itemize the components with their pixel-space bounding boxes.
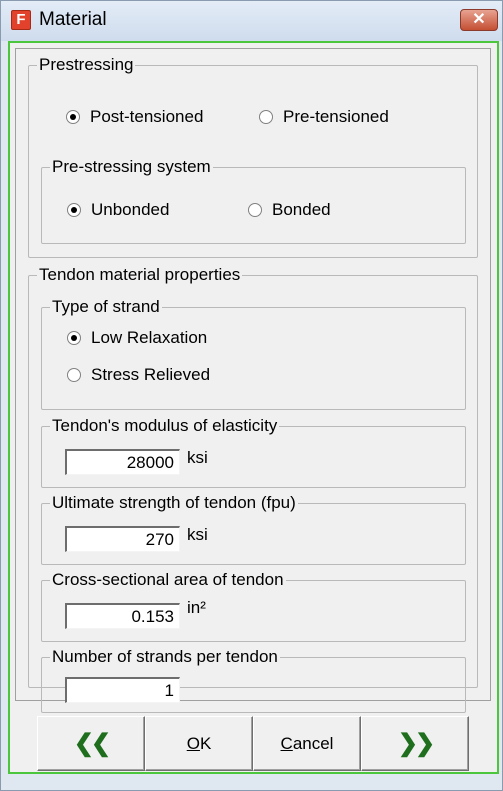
close-button[interactable]: ✕ bbox=[460, 9, 498, 31]
radio-button-selected[interactable] bbox=[67, 203, 81, 217]
radio-button-selected[interactable] bbox=[67, 331, 81, 345]
prestressing-legend: Prestressing bbox=[37, 54, 136, 76]
modulus-unit: ksi bbox=[187, 448, 208, 467]
strands-group: Number of strands per tendon 1 bbox=[41, 646, 466, 713]
strands-input[interactable]: 1 bbox=[65, 677, 180, 703]
app-icon: F bbox=[11, 10, 31, 30]
area-group: Cross-sectional area of tendon 0.153 in² bbox=[41, 569, 466, 642]
ok-label: K bbox=[199, 734, 212, 753]
close-icon: ✕ bbox=[472, 11, 486, 28]
double-chevron-right-icon: ❯❯ bbox=[397, 730, 435, 757]
modulus-input[interactable]: 28000 bbox=[65, 449, 180, 475]
window-title: Material bbox=[39, 9, 107, 30]
ultimate-strength-legend: Ultimate strength of tendon (fpu) bbox=[50, 492, 298, 514]
next-button[interactable]: ❯❯ bbox=[361, 716, 469, 771]
prestressing-group: Prestressing Post-tensioned Pre-tensione… bbox=[28, 54, 478, 258]
radio-label: Pre-tensioned bbox=[283, 107, 389, 126]
radio-label: Post-tensioned bbox=[90, 107, 204, 126]
radio-label: Bonded bbox=[272, 200, 331, 219]
cancel-label: ancel bbox=[292, 734, 334, 753]
radio-label: Low Relaxation bbox=[91, 328, 208, 347]
ok-mnemonic: O bbox=[186, 734, 200, 753]
radio-button[interactable] bbox=[259, 110, 273, 124]
strands-legend: Number of strands per tendon bbox=[50, 646, 280, 668]
double-chevron-left-icon: ❮❮ bbox=[73, 730, 111, 757]
strand-type-group: Type of strand Low Relaxation Stress Rel… bbox=[41, 296, 466, 410]
ultimate-strength-group: Ultimate strength of tendon (fpu) 270 ks… bbox=[41, 492, 466, 565]
ok-button[interactable]: OK bbox=[145, 716, 253, 771]
dialog-body: Prestressing Post-tensioned Pre-tensione… bbox=[8, 41, 499, 774]
radio-label: Unbonded bbox=[91, 200, 170, 219]
previous-button[interactable]: ❮❮ bbox=[37, 716, 145, 771]
ultimate-strength-input[interactable]: 270 bbox=[65, 526, 180, 552]
button-row: ❮❮ OK Cancel ❯❯ bbox=[15, 716, 491, 771]
tendon-properties-legend: Tendon material properties bbox=[37, 264, 243, 286]
strand-type-legend: Type of strand bbox=[50, 296, 162, 318]
area-legend: Cross-sectional area of tendon bbox=[50, 569, 286, 591]
modulus-group: Tendon's modulus of elasticity 28000 ksi bbox=[41, 415, 466, 488]
cancel-mnemonic: C bbox=[280, 734, 293, 753]
radio-button-selected[interactable] bbox=[66, 110, 80, 124]
radio-button[interactable] bbox=[67, 368, 81, 382]
modulus-legend: Tendon's modulus of elasticity bbox=[50, 415, 280, 437]
radio-label: Stress Relieved bbox=[91, 365, 211, 384]
prestressing-system-legend: Pre-stressing system bbox=[50, 156, 213, 178]
content-panel: Prestressing Post-tensioned Pre-tensione… bbox=[15, 48, 491, 713]
cancel-button[interactable]: Cancel bbox=[253, 716, 361, 771]
tendon-properties-group: Tendon material properties Type of stran… bbox=[28, 264, 478, 713]
app-icon-letter: F bbox=[16, 11, 26, 28]
prestressing-system-group: Pre-stressing system Unbonded Bonded bbox=[41, 156, 466, 244]
title-bar[interactable]: F Material ✕ bbox=[1, 1, 502, 41]
area-unit: in² bbox=[187, 598, 206, 617]
area-input[interactable]: 0.153 bbox=[65, 603, 180, 629]
radio-button[interactable] bbox=[248, 203, 262, 217]
material-dialog: F Material ✕ Prestressing Post-tensioned… bbox=[0, 0, 503, 791]
ultimate-strength-unit: ksi bbox=[187, 525, 208, 544]
